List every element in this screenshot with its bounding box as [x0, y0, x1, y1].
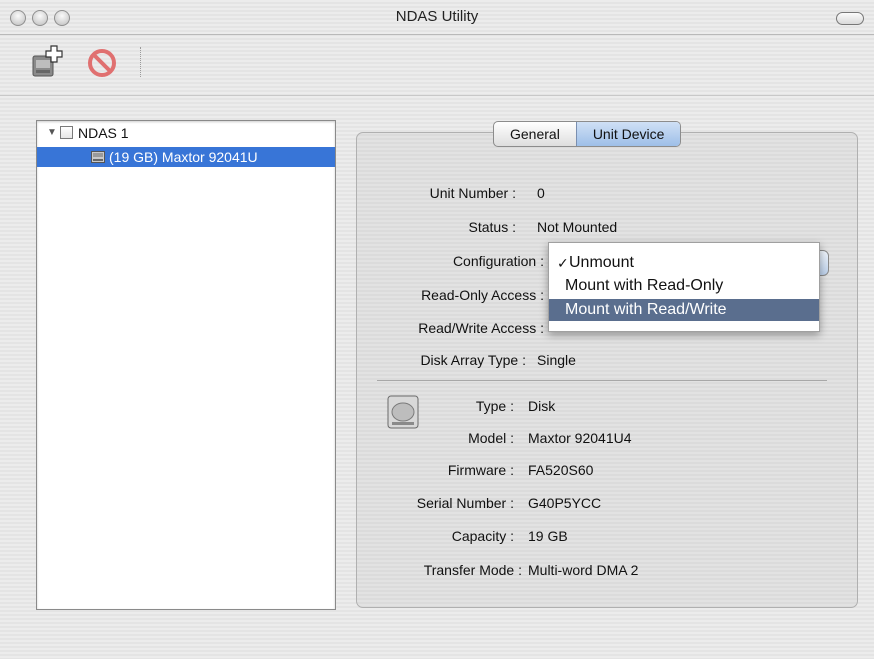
- window-title: NDAS Utility: [395, 8, 479, 25]
- hard-disk-icon: [91, 151, 105, 163]
- unit-label: (19 GB) Maxtor 92041U: [109, 149, 258, 165]
- add-device-button[interactable]: [31, 44, 67, 80]
- capacity-value: 19 GB: [528, 528, 568, 544]
- model-value: Maxtor 92041U4: [528, 430, 632, 446]
- type-label: Type :: [475, 398, 514, 414]
- unit-number-value: 0: [537, 185, 545, 201]
- serial-number-value: G40P5YCC: [528, 495, 602, 511]
- type-value: Disk: [528, 398, 556, 414]
- disk-array-type-value: Single: [537, 352, 576, 368]
- menu-item-unmount[interactable]: ✓ Unmount: [549, 252, 819, 274]
- transfer-mode-label: Transfer Mode :: [423, 562, 522, 578]
- read-only-access-label: Read-Only Access :: [421, 287, 544, 303]
- menu-item-mount-read-write[interactable]: Mount with Read/Write: [549, 299, 819, 321]
- remove-device-button[interactable]: [84, 44, 120, 80]
- transfer-mode-value: Multi-word DMA 2: [528, 562, 639, 578]
- tree-item-unit[interactable]: (19 GB) Maxtor 92041U: [37, 147, 335, 167]
- status-value: Not Mounted: [537, 219, 618, 235]
- add-device-icon: [32, 45, 63, 77]
- title-bar: NDAS Utility: [0, 0, 874, 35]
- read-write-access-label: Read/Write Access :: [418, 320, 544, 336]
- disclosure-triangle-icon[interactable]: ▼: [47, 123, 57, 143]
- device-tree[interactable]: ▼ NDAS 1 (19 GB) Maxtor 92041U: [36, 120, 336, 610]
- status-label: Status :: [468, 219, 516, 235]
- tab-bar: General Unit Device: [493, 121, 682, 147]
- ndas-utility-window: NDAS Utility ▼ NDAS 1 (19 GB) Maxtor 920…: [0, 0, 874, 659]
- serial-number-label: Serial Number :: [416, 495, 514, 511]
- unit-number-label: Unit Number :: [429, 185, 516, 201]
- device-label: NDAS 1: [78, 125, 129, 141]
- device-checkbox[interactable]: [60, 126, 73, 139]
- tab-unit-device[interactable]: Unit Device: [575, 122, 681, 146]
- toolbar-separator: [140, 47, 141, 77]
- capacity-label: Capacity :: [451, 528, 514, 544]
- tab-general[interactable]: General: [494, 122, 576, 146]
- prohibited-icon: [88, 49, 116, 77]
- disk-array-type-label: Disk Array Type :: [420, 352, 526, 368]
- model-label: Model :: [468, 430, 514, 446]
- menu-item-mount-read-only[interactable]: Mount with Read-Only: [549, 275, 819, 297]
- section-divider: [377, 380, 827, 381]
- toolbar-toggle-button[interactable]: [836, 12, 864, 25]
- toolbar: [0, 35, 874, 96]
- tree-item-ndas-1[interactable]: ▼ NDAS 1: [37, 123, 335, 143]
- configuration-label: Configuration :: [452, 253, 544, 269]
- firmware-label: Firmware :: [447, 462, 514, 478]
- configuration-menu[interactable]: ✓ Unmount Mount with Read-Only Mount wit…: [548, 242, 820, 332]
- checkmark-icon: ✓: [557, 255, 569, 271]
- firmware-value: FA520S60: [528, 462, 594, 478]
